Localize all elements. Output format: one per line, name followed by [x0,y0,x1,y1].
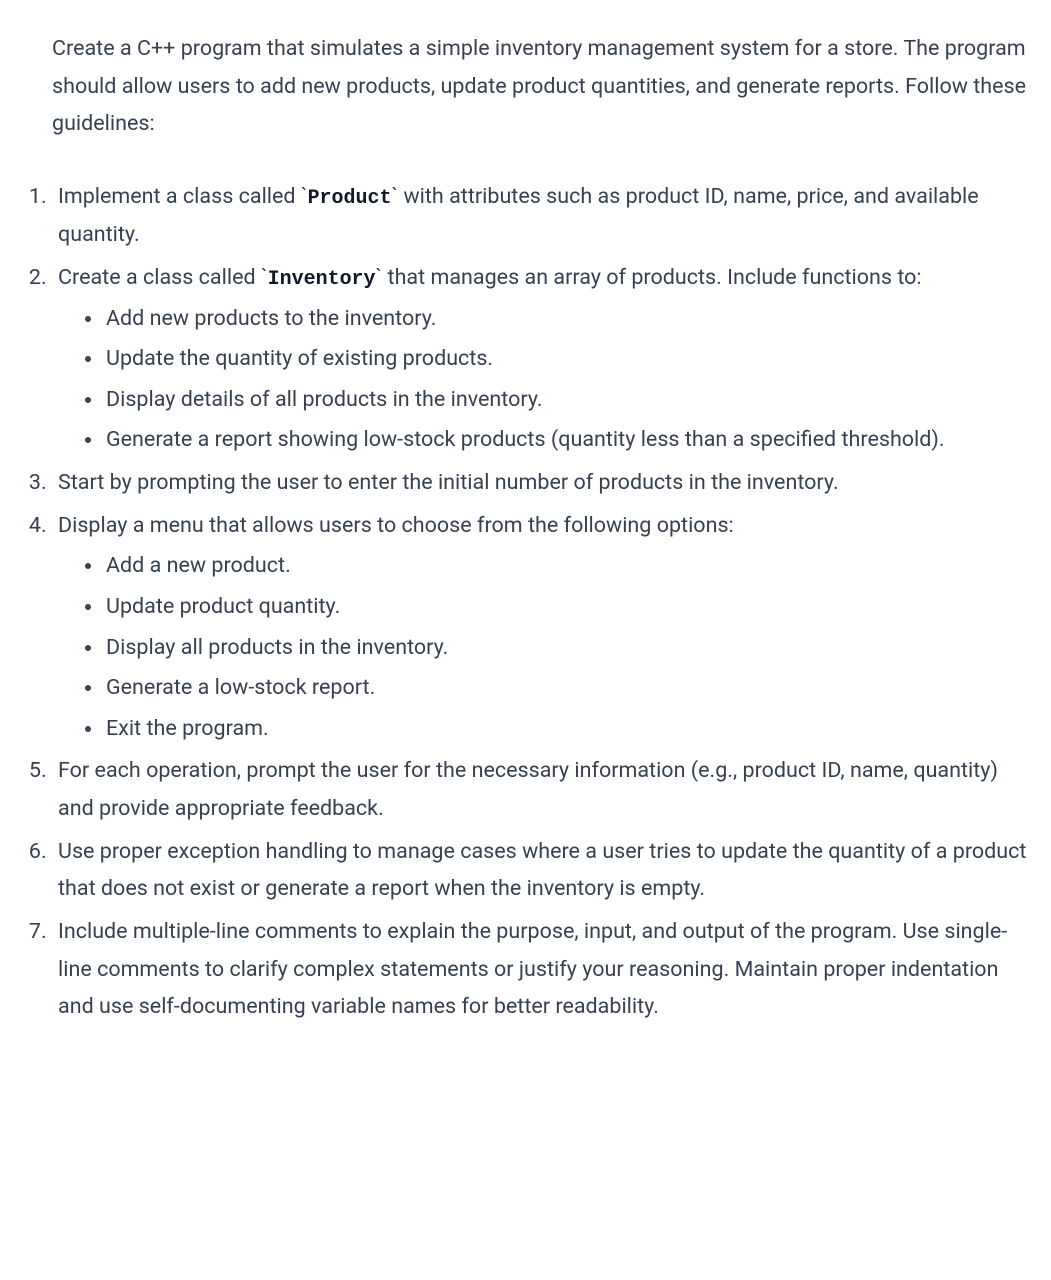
sub-list-item: Exit the program. [104,710,1031,748]
list-item-text-suffix: that manages an array of products. Inclu… [382,265,921,290]
sub-unordered-list: Add new products to the inventory. Updat… [58,300,1031,460]
list-item-text-prefix: Create a class called [58,265,261,290]
sub-list-item: Display details of all products in the i… [104,381,1031,419]
sub-list-item: Generate a report showing low-stock prod… [104,421,1031,459]
sub-list-item: Update product quantity. [104,588,1031,626]
list-item-text-prefix: Implement a class called [58,184,301,209]
main-ordered-list: Implement a class called `Product` with … [20,178,1031,1026]
list-item: For each operation, prompt the user for … [52,752,1031,827]
sub-list-item: Add new products to the inventory. [104,300,1031,338]
list-item: Include multiple-line comments to explai… [52,913,1031,1026]
list-item: Display a menu that allows users to choo… [52,507,1031,748]
list-item-text: Display a menu that allows users to choo… [58,513,734,538]
inline-code: Inventory [268,268,376,291]
list-item: Implement a class called `Product` with … [52,178,1031,254]
inline-code: Product [308,187,392,210]
intro-paragraph: Create a C++ program that simulates a si… [52,30,1031,143]
sub-list-item: Add a new product. [104,547,1031,585]
sub-list-item: Display all products in the inventory. [104,629,1031,667]
list-item: Create a class called `Inventory` that m… [52,259,1031,460]
sub-list-item: Update the quantity of existing products… [104,340,1031,378]
list-item: Start by prompting the user to enter the… [52,464,1031,502]
sub-unordered-list: Add a new product. Update product quanti… [58,547,1031,747]
sub-list-item: Generate a low-stock report. [104,669,1031,707]
list-item: Use proper exception handling to manage … [52,833,1031,908]
